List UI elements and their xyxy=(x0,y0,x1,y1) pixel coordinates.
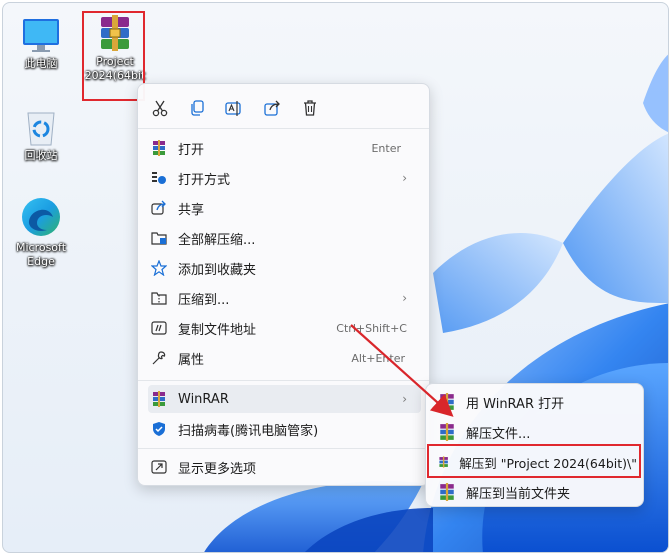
desktop-icon-recycle-bin[interactable]: 回收站 xyxy=(11,107,71,163)
menu-item-shortcut: Ctrl+Shift+C xyxy=(336,321,407,335)
highlight-box-archive xyxy=(82,11,145,101)
menu-item-label: 属性 xyxy=(178,352,205,368)
submenu-item-label: 解压到当前文件夹 xyxy=(466,486,571,502)
desktop: 此电脑 回收站 Microsoft Edge Project 2024(64bi… xyxy=(2,2,669,553)
menu-item-open[interactable]: 打开 Enter xyxy=(148,134,421,162)
menu-item-open-with[interactable]: 打开方式 › xyxy=(148,164,421,192)
more-options-icon xyxy=(150,458,168,476)
menu-item-copy-path[interactable]: 复制文件地址 Ctrl+Shift+C xyxy=(148,314,421,342)
winrar-icon xyxy=(150,139,168,157)
menu-item-label: 打开方式 xyxy=(178,172,231,188)
copy-button[interactable] xyxy=(187,98,207,118)
shield-icon xyxy=(150,420,168,438)
winrar-icon xyxy=(440,423,454,441)
menu-item-label: 扫描病毒(腾讯电脑管家) xyxy=(178,423,319,439)
trash-icon xyxy=(304,100,316,116)
submenu-item-label: 解压文件... xyxy=(466,426,531,442)
highlight-box-extract-to xyxy=(427,444,641,478)
extract-all-icon xyxy=(150,229,168,247)
monitor-icon xyxy=(23,19,59,52)
menu-item-compress-to[interactable]: 压缩到... › xyxy=(148,284,421,312)
open-with-icon xyxy=(150,169,168,187)
submenu-item-extract-files[interactable]: 解压文件... xyxy=(434,418,637,446)
menu-item-label: 打开 xyxy=(178,142,205,158)
menu-item-shortcut: Enter xyxy=(371,141,401,155)
menu-item-label: 共享 xyxy=(178,202,205,218)
menu-item-add-favorites[interactable]: 添加到收藏夹 xyxy=(148,254,421,282)
desktop-icon-label: 此电脑 xyxy=(24,57,58,70)
menu-separator xyxy=(138,448,429,449)
menu-separator xyxy=(138,128,429,129)
desktop-icon-label: Edge xyxy=(27,255,55,268)
chevron-right-icon: › xyxy=(402,291,407,305)
desktop-icon-label: Microsoft xyxy=(15,241,67,254)
menu-item-properties[interactable]: 属性 Alt+Enter xyxy=(148,344,421,372)
share-icon xyxy=(150,199,168,217)
edge-icon xyxy=(22,198,60,236)
share-quick-button[interactable] xyxy=(262,98,282,118)
menu-item-label: 压缩到... xyxy=(178,292,230,308)
menu-item-winrar[interactable]: WinRAR › xyxy=(148,385,421,413)
cut-button[interactable] xyxy=(150,98,170,118)
desktop-icon-label: 回收站 xyxy=(24,149,58,162)
compress-icon xyxy=(150,289,168,307)
copy-icon xyxy=(191,100,204,116)
star-icon xyxy=(150,259,168,277)
submenu-item-label: 用 WinRAR 打开 xyxy=(466,396,565,412)
quick-actions-bar xyxy=(138,98,429,118)
menu-item-extract-all[interactable]: 全部解压缩... xyxy=(148,224,421,252)
recycle-bin-icon xyxy=(27,112,55,146)
desktop-icon-this-pc[interactable]: 此电脑 xyxy=(11,17,71,71)
menu-item-share[interactable]: 共享 xyxy=(148,194,421,222)
menu-item-label: 复制文件地址 xyxy=(178,322,257,338)
rename-icon xyxy=(225,101,241,116)
chevron-right-icon: › xyxy=(402,171,407,185)
desktop-icon-edge[interactable]: Microsoft Edge xyxy=(11,195,71,269)
scissors-icon xyxy=(152,100,168,117)
rename-button[interactable] xyxy=(224,98,244,118)
menu-item-label: WinRAR xyxy=(178,391,229,407)
menu-separator xyxy=(138,380,429,381)
copy-path-icon xyxy=(150,319,168,337)
menu-item-virus-scan[interactable]: 扫描病毒(腾讯电脑管家) xyxy=(148,415,421,443)
menu-item-shortcut: Alt+Enter xyxy=(351,351,405,365)
wrench-icon xyxy=(150,349,168,367)
chevron-right-icon: › xyxy=(402,392,407,406)
delete-button[interactable] xyxy=(300,98,320,118)
submenu-item-open-with-winrar[interactable]: 用 WinRAR 打开 xyxy=(434,388,637,416)
share-icon xyxy=(264,100,280,116)
menu-item-label: 显示更多选项 xyxy=(178,461,257,477)
menu-item-label: 添加到收藏夹 xyxy=(178,262,257,278)
context-menu: 打开 Enter 打开方式 › 共享 全部解压缩... 添加到收藏夹 压缩到..… xyxy=(137,83,430,486)
submenu-item-extract-here[interactable]: 解压到当前文件夹 xyxy=(434,478,637,506)
winrar-icon xyxy=(440,483,454,501)
menu-item-show-more[interactable]: 显示更多选项 xyxy=(148,453,421,481)
winrar-icon xyxy=(440,393,454,411)
menu-item-label: 全部解压缩... xyxy=(178,232,256,248)
winrar-icon xyxy=(150,390,168,408)
